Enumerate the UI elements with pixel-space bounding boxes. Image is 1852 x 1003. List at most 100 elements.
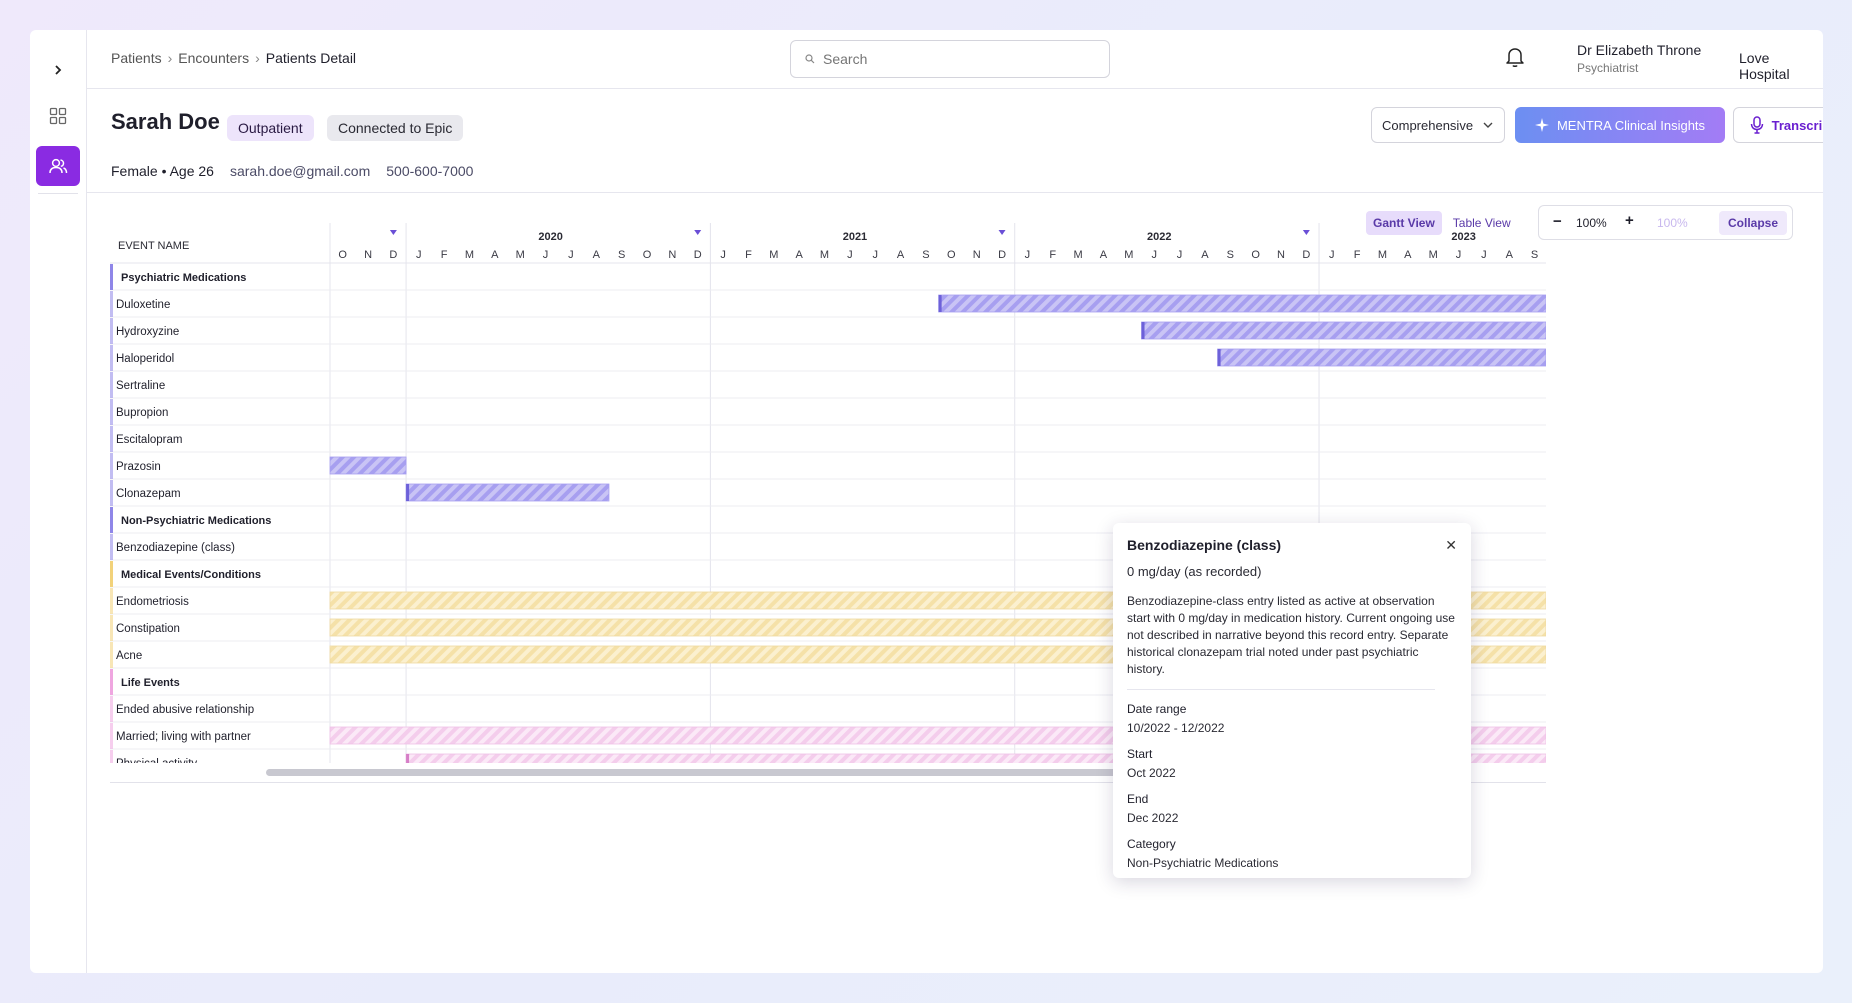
zoom-in-button[interactable]: + xyxy=(1625,212,1634,229)
patient-demographics: Female • Age 26 xyxy=(111,163,214,179)
year-label: 2020 xyxy=(538,231,562,243)
event-row-label: Hydroxyzine xyxy=(116,326,179,338)
month-tick-label: J xyxy=(1025,249,1031,261)
month-tick-label: A xyxy=(1100,249,1108,261)
grid-icon xyxy=(49,107,67,125)
event-detail-popover: Benzodiazepine (class) ✕ 0 mg/day (as re… xyxy=(1113,523,1471,878)
patient-meta: Female • Age 26 sarah.doe@gmail.com 500-… xyxy=(111,163,473,179)
popover-dose: 0 mg/day (as recorded) xyxy=(1127,564,1262,579)
search-input[interactable] xyxy=(823,51,1083,67)
section-header: Life Events xyxy=(121,677,180,689)
month-tick-label: J xyxy=(1456,249,1462,261)
category-stripe xyxy=(110,750,113,763)
month-tick-label: D xyxy=(1302,249,1310,261)
expand-sidebar-button[interactable] xyxy=(36,50,80,90)
view-mode-select[interactable]: Comprehensive xyxy=(1371,107,1505,143)
popover-description: Benzodiazepine-class entry listed as act… xyxy=(1127,594,1455,676)
zoom-controls: − 100% + 100% Collapse xyxy=(1538,205,1793,240)
month-tick-label: A xyxy=(1506,249,1514,261)
user-profile[interactable]: Dr Elizabeth Throne Psychiatrist xyxy=(1577,42,1701,75)
gantt-bar-start-marker xyxy=(406,484,410,501)
patient-email[interactable]: sarah.doe@gmail.com xyxy=(230,163,370,179)
month-tick-label: F xyxy=(441,249,448,261)
patient-phone[interactable]: 500-600-7000 xyxy=(386,163,473,179)
start-label: Start xyxy=(1127,747,1153,761)
december-marker-icon xyxy=(694,230,702,235)
category-stripe xyxy=(110,318,113,344)
month-tick-label: M xyxy=(516,249,525,261)
event-row-label: Married; living with partner xyxy=(116,731,251,743)
month-tick-label: F xyxy=(745,249,752,261)
month-tick-label: A xyxy=(1404,249,1412,261)
hospital-name: Love Hospital xyxy=(1739,50,1790,82)
december-marker-icon xyxy=(998,230,1006,235)
month-tick-label: N xyxy=(1277,249,1285,261)
year-label: 2022 xyxy=(1147,231,1171,243)
month-tick-label: F xyxy=(1049,249,1056,261)
transcribe-label: Transcribe xyxy=(1771,117,1823,133)
chevron-right-icon xyxy=(55,65,62,75)
patient-header: Sarah Doe Outpatient Connected to Epic F… xyxy=(87,89,1823,193)
close-icon[interactable]: ✕ xyxy=(1445,537,1457,554)
category-stripe xyxy=(110,372,113,398)
category-stripe xyxy=(110,345,113,371)
end-label: End xyxy=(1127,792,1149,806)
gantt-bar-start-marker xyxy=(938,295,942,312)
app-window: Patients › Encounters › Patients Detail … xyxy=(30,30,1823,973)
month-tick-label: O xyxy=(643,249,652,261)
month-tick-label: M xyxy=(1074,249,1083,261)
clinical-insights-button[interactable]: MENTRA Clinical Insights xyxy=(1515,107,1725,143)
transcribe-button[interactable]: Transcribe xyxy=(1733,107,1823,143)
search-box[interactable] xyxy=(790,40,1110,78)
month-tick-label: S xyxy=(1227,249,1234,261)
breadcrumb-patients[interactable]: Patients xyxy=(111,50,162,66)
event-row-label: Physical activity xyxy=(116,758,197,763)
clinical-insights-label: MENTRA Clinical Insights xyxy=(1556,117,1706,133)
breadcrumb-separator: › xyxy=(255,50,260,66)
microphone-icon xyxy=(1750,116,1763,134)
year-label: 2021 xyxy=(843,231,867,243)
category-label: Category xyxy=(1127,837,1176,851)
december-marker-icon xyxy=(389,230,397,235)
sidebar-item-patients[interactable] xyxy=(36,146,80,186)
event-row-label: Constipation xyxy=(116,623,180,635)
outpatient-badge: Outpatient xyxy=(227,115,314,141)
chevron-down-icon xyxy=(1483,122,1493,128)
category-stripe xyxy=(110,723,113,749)
month-tick-label: A xyxy=(491,249,499,261)
breadcrumb-encounters[interactable]: Encounters xyxy=(178,50,249,66)
patient-name: Sarah Doe xyxy=(111,109,220,134)
category-stripe xyxy=(110,561,113,587)
event-row-label: Benzodiazepine (class) xyxy=(116,542,235,554)
event-row-label: Bupropion xyxy=(116,407,168,419)
gantt-bar xyxy=(329,456,407,475)
epic-connection-badge: Connected to Epic xyxy=(327,115,464,141)
month-tick-label: O xyxy=(338,249,347,261)
view-mode-value: Comprehensive xyxy=(1382,117,1474,133)
category-stripe xyxy=(110,696,113,722)
december-marker-icon xyxy=(1302,230,1310,235)
month-tick-label: D xyxy=(998,249,1006,261)
month-tick-label: J xyxy=(720,249,726,261)
start-value: Oct 2022 xyxy=(1127,766,1176,780)
month-tick-label: J xyxy=(1151,249,1157,261)
month-tick-label: J xyxy=(568,249,574,261)
sidebar-item-dashboard[interactable] xyxy=(36,96,80,136)
collapse-button[interactable]: Collapse xyxy=(1719,211,1788,235)
month-tick-label: M xyxy=(1124,249,1133,261)
month-tick-label: M xyxy=(465,249,474,261)
zoom-out-button[interactable]: − xyxy=(1553,213,1562,230)
month-tick-label: J xyxy=(847,249,853,261)
date-range-label: Date range xyxy=(1127,702,1187,716)
event-name-header: EVENT NAME xyxy=(118,240,189,252)
month-tick-label: N xyxy=(364,249,372,261)
sidebar-divider xyxy=(38,193,78,194)
scrollbar-thumb[interactable] xyxy=(266,769,1176,776)
user-role: Psychiatrist xyxy=(1577,61,1639,75)
category-stripe xyxy=(110,534,113,560)
notifications-button[interactable] xyxy=(1505,46,1525,73)
zoom-reset-button[interactable]: 100% xyxy=(1657,216,1688,230)
year-label: 2023 xyxy=(1451,231,1475,243)
category-stripe xyxy=(110,291,113,317)
event-row-label: Endometriosis xyxy=(116,596,189,608)
